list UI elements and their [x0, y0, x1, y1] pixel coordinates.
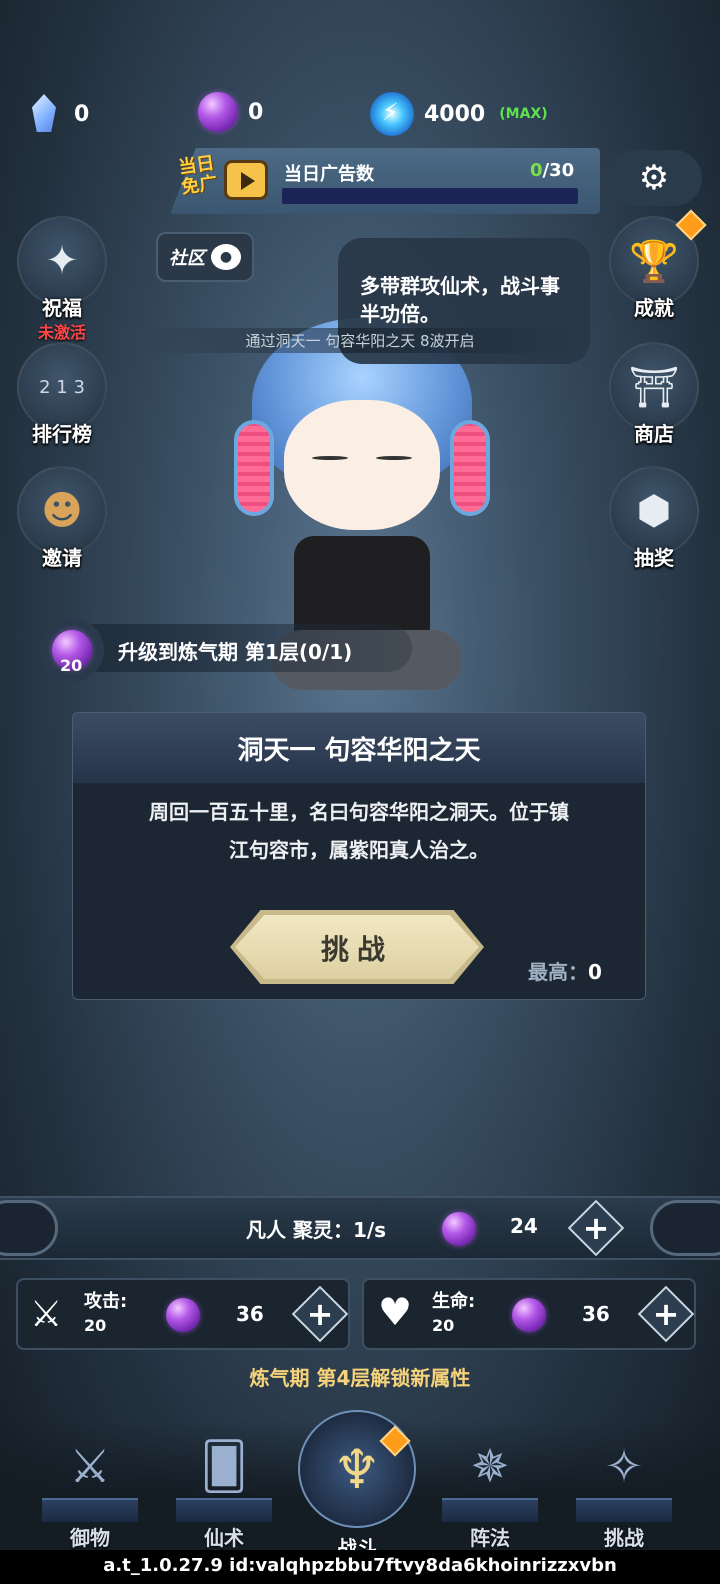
unlock-attribute-notice: 炼气期 第4层解锁新属性 — [249, 1366, 471, 1390]
attack-stat: 攻击: 20 — [84, 1290, 127, 1338]
shop-label: 商店 — [634, 422, 674, 446]
best-value: 0 — [588, 960, 602, 984]
plus-icon: + — [306, 1295, 334, 1333]
plus-icon: + — [652, 1295, 680, 1333]
invite-label: 邀请 — [42, 546, 82, 570]
crystal-stat[interactable]: 0 — [24, 92, 89, 136]
battle-trident-icon: ♆ — [298, 1410, 416, 1528]
right-headphone — [450, 420, 490, 516]
spirit-orb-icon — [166, 1298, 200, 1332]
energy-stat[interactable]: 4000 (MAX) — [370, 92, 548, 136]
nav-tab-flying-swords[interactable]: ⚔ 御物 — [40, 1424, 140, 1550]
formation-icon: ✵ — [470, 1439, 510, 1493]
upgrade-orb-count: 20 — [60, 656, 83, 675]
life-upgrade-button[interactable]: + — [637, 1285, 695, 1343]
gather-right-pill — [650, 1200, 720, 1256]
best-label: 最高： — [528, 960, 588, 984]
nav-tab-spells[interactable]: 🂠 仙术 — [174, 1424, 274, 1550]
ranking-button[interactable]: 2 1 3 排行榜 — [16, 342, 108, 452]
lottery-label: 抽奖 — [634, 546, 674, 570]
attack-value: 20 — [84, 1316, 107, 1335]
blessing-button[interactable]: ✦ 祝福 未激活 — [16, 216, 108, 342]
spell-card-icon: 🂠 — [200, 1439, 248, 1493]
best-score: 最高：0 — [528, 956, 602, 985]
spirit-orb-icon — [512, 1298, 546, 1332]
ad-free-badge-text: 当日 免广 — [177, 153, 219, 199]
achievement-label: 成就 — [634, 296, 674, 320]
challenge-label: 挑战 — [320, 933, 393, 966]
attack-cost: 36 — [236, 1302, 264, 1326]
attack-upgrade-button[interactable]: + — [291, 1285, 349, 1343]
nav-plate — [176, 1498, 272, 1522]
shop-button[interactable]: ⛩ 商店 — [608, 342, 700, 452]
podium-numbers: 2 1 3 — [39, 376, 85, 398]
left-eye — [312, 456, 348, 460]
invite-button[interactable]: ☻ 邀请 — [16, 466, 108, 576]
life-value: 20 — [432, 1316, 455, 1335]
ad-count-current: 0 — [530, 160, 543, 181]
upgrade-text: 升级到炼气期 第1层(0/1) — [118, 640, 353, 664]
left-headphone — [234, 420, 274, 516]
sword-icon: ⚔ — [30, 1294, 63, 1335]
nav-tab-formation[interactable]: ✵ 阵法 — [440, 1424, 540, 1550]
tv-play-icon — [224, 160, 268, 200]
flying-swords-icon: ⚔ — [69, 1439, 111, 1493]
nav-plate — [42, 1498, 138, 1522]
ad-count-label: 当日广告数 — [284, 164, 374, 185]
gather-left-pill — [0, 1200, 58, 1256]
community-label: 社区 — [169, 248, 205, 269]
attack-card: ⚔ 攻击: 20 36 + — [16, 1278, 350, 1350]
nav-label: 挑战 — [604, 1526, 644, 1550]
energy-count: 4000 — [424, 101, 486, 127]
life-card: ♥ 生命: 20 36 + — [362, 1278, 696, 1350]
nav-label: 仙术 — [204, 1526, 244, 1550]
resource-bar: 0 0 4000 (MAX) — [0, 92, 720, 152]
spirit-orb-icon — [442, 1212, 476, 1246]
ranking-label: 排行榜 — [32, 422, 92, 446]
version-footer: a.t_1.0.27.9 id:valqhpzbbu7ftvy8da6khoin… — [0, 1550, 720, 1584]
nav-plate — [442, 1498, 538, 1522]
gear-icon: ⚙ — [638, 158, 670, 198]
lottery-button[interactable]: ⬢ 抽奖 — [608, 466, 700, 576]
blessing-label: 祝福 — [42, 296, 82, 320]
blessing-status: 未激活 — [37, 323, 86, 342]
unlock-hint: 通过洞天一 句容华阳之天 8波开启 — [140, 328, 580, 353]
crystal-icon — [24, 92, 64, 136]
heart-icon: ♥ — [378, 1290, 413, 1334]
chat-bubble-icon: ● — [211, 244, 241, 270]
spirit-orb-icon — [198, 92, 238, 132]
spirit-orb-count: 0 — [248, 99, 264, 125]
nav-label: 御物 — [70, 1526, 110, 1550]
stage-title: 洞天一 句容华阳之天 — [73, 713, 645, 783]
gather-rate: 凡人 聚灵：1/s — [246, 1218, 387, 1242]
challenge-icon: ✧ — [604, 1439, 644, 1493]
attack-label: 攻击: — [84, 1291, 128, 1312]
nav-label: 阵法 — [470, 1526, 510, 1550]
nav-plate — [576, 1498, 672, 1522]
spirit-orb-stat[interactable]: 0 — [198, 92, 263, 132]
plus-icon: + — [582, 1209, 610, 1247]
energy-max-tag: (MAX) — [499, 106, 548, 122]
ad-free-button[interactable]: 当日 免广 — [177, 152, 270, 210]
crystal-count: 0 — [74, 101, 90, 127]
settings-button[interactable]: ⚙ — [606, 150, 702, 206]
nav-tab-challenge[interactable]: ✧ 挑战 — [574, 1424, 674, 1550]
ad-count-total: /30 — [542, 160, 575, 181]
life-stat: 生命: 20 — [432, 1290, 475, 1338]
energy-icon — [370, 92, 414, 136]
right-eye — [376, 456, 412, 460]
life-label: 生命: — [432, 1291, 476, 1312]
character-face — [284, 400, 440, 530]
stage-desc-line1: 周回一百五十里，名曰句容华阳之洞天。位于镇 — [149, 800, 569, 824]
community-button[interactable]: 社区 ● — [156, 232, 254, 282]
gather-orb-count: 24 — [510, 1214, 538, 1238]
life-cost: 36 — [582, 1302, 610, 1326]
ad-badge-line2: 免广 — [180, 172, 219, 199]
challenge-button[interactable]: 挑战 — [230, 910, 484, 984]
stage-description: 周回一百五十里，名曰句容华阳之洞天。位于镇 江句容市，属紫阳真人治之。 — [73, 783, 645, 869]
ad-count-value: 0/30 — [530, 160, 574, 181]
stage-desc-line2: 江句容市，属紫阳真人治之。 — [229, 838, 489, 862]
ad-progress-bar — [282, 188, 578, 204]
